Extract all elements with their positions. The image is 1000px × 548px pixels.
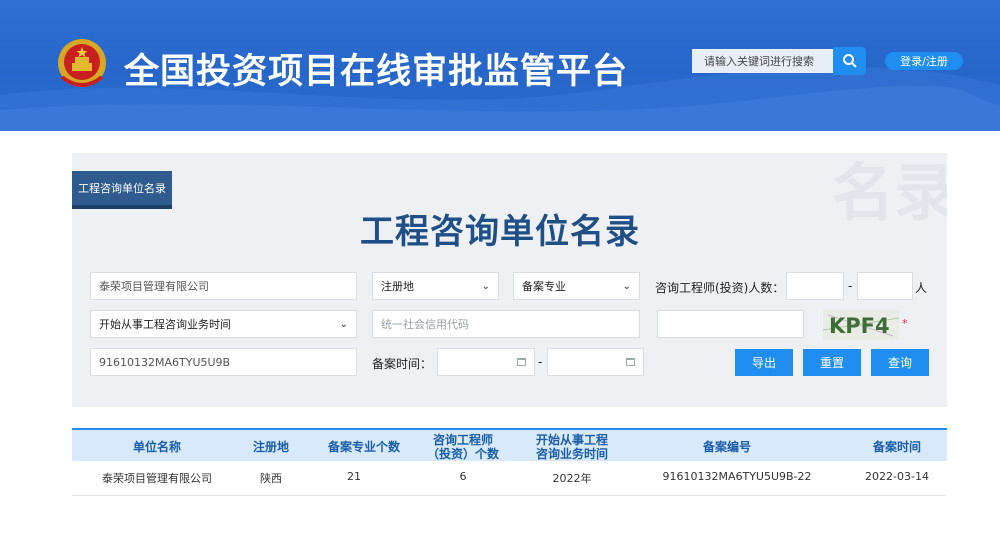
filing-date-start-input[interactable] xyxy=(437,348,535,376)
column-header-unit-name: 单位名称 xyxy=(132,439,181,454)
captcha-text: KPF4 xyxy=(829,314,890,338)
search-button[interactable] xyxy=(833,47,866,75)
column-header-filing-number: 备案编号 xyxy=(702,439,751,454)
page-title: 工程咨询单位名录 xyxy=(360,212,640,252)
captcha-image[interactable]: KPF4 xyxy=(823,310,899,340)
column-header-reg-place: 注册地 xyxy=(252,439,289,454)
captcha-input[interactable] xyxy=(657,310,804,338)
start-time-select[interactable]: 开始从事工程咨询业务时间 ⌄ xyxy=(90,310,357,338)
column-header-filing-time: 备案时间 xyxy=(872,439,921,454)
filing-time-label: 备案时间： xyxy=(372,357,433,371)
column-header-start-time: 开始从事工程 咨询业务时间 xyxy=(535,432,608,461)
reset-button[interactable]: 重置 xyxy=(803,349,861,376)
export-button[interactable]: 导出 xyxy=(735,349,793,376)
unit-name-input[interactable]: 泰荣项目管理有限公司 xyxy=(90,272,357,300)
engineer-count-label: 咨询工程师(投资)人数： xyxy=(655,281,785,295)
credit-code-input[interactable]: 统一社会信用代码 xyxy=(372,310,640,338)
date-range-dash: - xyxy=(538,355,543,369)
calendar-icon xyxy=(517,358,526,366)
chevron-down-icon: ⌄ xyxy=(481,280,490,292)
range-dash: - xyxy=(848,279,853,293)
cell-reg-place: 陕西 xyxy=(260,472,282,485)
cell-unit-name[interactable]: 泰荣项目管理有限公司 xyxy=(92,470,222,486)
site-header: 全国投资项目在线审批监管平台 登录/注册 xyxy=(0,0,1000,131)
site-title: 全国投资项目在线审批监管平台 xyxy=(124,52,629,92)
login-register-button[interactable]: 登录/注册 xyxy=(885,52,963,70)
filing-date-end-input[interactable] xyxy=(547,348,644,376)
filing-specialty-select[interactable]: 备案专业 ⌄ xyxy=(513,272,640,300)
engineer-count-max-input[interactable] xyxy=(857,272,913,300)
national-emblem-icon xyxy=(58,39,106,87)
cell-specialty-count: 21 xyxy=(347,470,361,483)
engineer-count-min-input[interactable] xyxy=(786,272,844,300)
registration-place-select[interactable]: 注册地 ⌄ xyxy=(372,272,499,300)
column-header-specialty-count: 备案专业个数 xyxy=(327,439,400,454)
section-tag: 工程咨询单位名录 xyxy=(72,171,172,209)
row-divider xyxy=(72,495,947,496)
chevron-down-icon: ⌄ xyxy=(339,318,348,330)
chevron-down-icon: ⌄ xyxy=(622,280,631,292)
results-table-header: 单位名称 注册地 备案专业个数 咨询工程师 （投资）个数 开始从事工程 咨询业务… xyxy=(72,428,947,461)
search-icon xyxy=(842,54,857,68)
search-input[interactable] xyxy=(692,49,833,73)
column-header-engineer-count: 咨询工程师 （投资）个数 xyxy=(426,432,499,461)
cell-filing-time: 2022-03-14 xyxy=(865,470,929,483)
cell-start-time: 2022年 xyxy=(552,472,592,485)
filing-number-input[interactable]: 91610132MA6TYU5U9B xyxy=(90,348,357,376)
calendar-icon xyxy=(626,358,635,366)
required-mark: * xyxy=(902,317,908,330)
cell-filing-number: 91610132MA6TYU5U9B-22 xyxy=(662,470,812,483)
people-unit-label: 人 xyxy=(915,281,928,295)
query-button[interactable]: 查询 xyxy=(871,349,929,376)
cell-engineer-count: 6 xyxy=(459,470,467,483)
